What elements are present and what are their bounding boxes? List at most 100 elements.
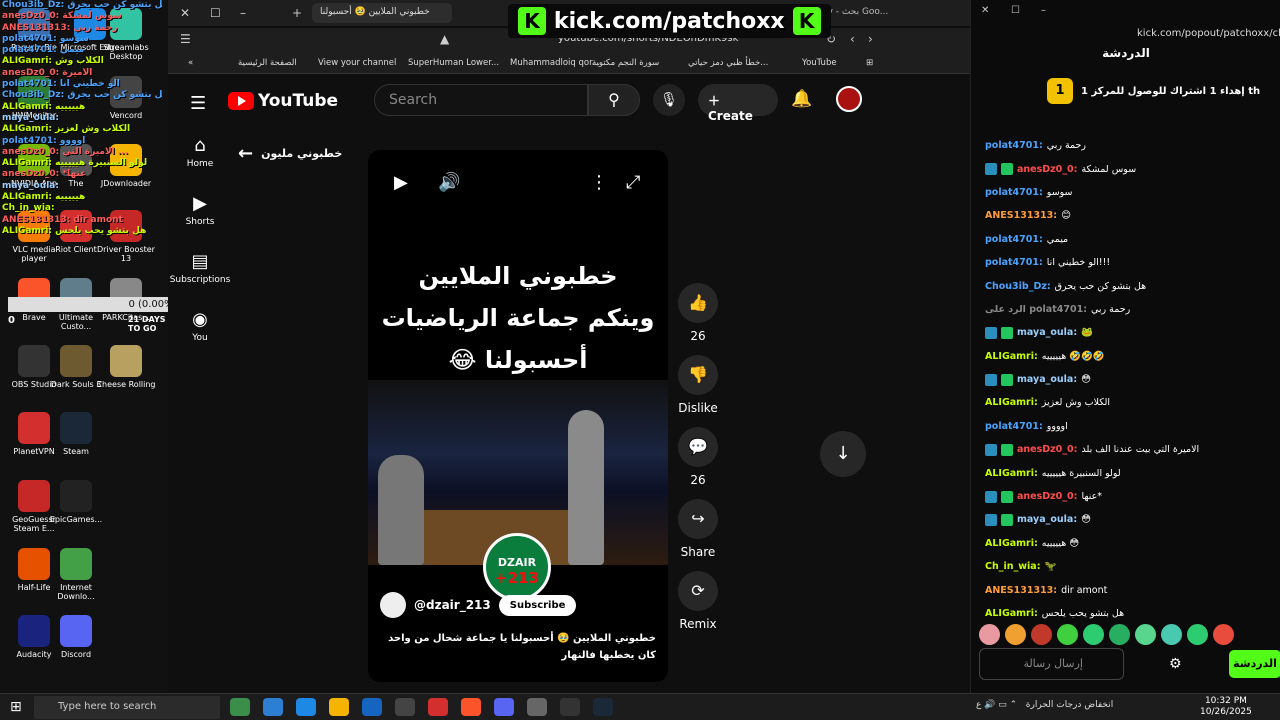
tab-youtube-short[interactable]: خطبوني الملايين 🥹 أحسبولنا [312, 3, 452, 23]
bookmark-item[interactable]: سورة النجم مكتوبة [592, 58, 659, 68]
fullscreen-icon[interactable]: ⤢ [626, 172, 640, 193]
bookmark-item[interactable]: خطأ ظبي دمز حياتي... [688, 58, 768, 68]
remix-button[interactable]: ⟳ Remix [673, 571, 723, 631]
emote-icon[interactable] [1187, 624, 1208, 645]
maximize-icon[interactable]: ☐ [210, 6, 221, 20]
app-icon[interactable] [494, 698, 514, 716]
chat-send-button[interactable]: الدردشة [1229, 650, 1280, 678]
subscribe-button[interactable]: Subscribe [498, 594, 577, 616]
emote-icon[interactable] [1161, 624, 1182, 645]
app-icon[interactable] [527, 698, 547, 716]
emote-icon[interactable] [1109, 624, 1130, 645]
back-icon[interactable]: ‹ [850, 32, 855, 46]
chat-url[interactable]: kick.com/popout/patchoxx/chat [1137, 28, 1280, 39]
avatar[interactable] [836, 86, 862, 112]
chat-username[interactable]: Chou3ib_Dz: [985, 281, 1051, 292]
chat-message[interactable]: polat4701: سوسو [985, 181, 1275, 204]
app-icon[interactable] [461, 698, 481, 716]
short-player[interactable]: ▶ 🔊 ⋮ ⤢ خطبوني الملايين وينكم جماعة الري… [368, 150, 668, 682]
desktop-icon[interactable]: Cheese Rolling [94, 345, 158, 389]
chat-username[interactable]: ANES131313: [985, 585, 1057, 596]
chat-username[interactable]: anesDz0_0: [1017, 164, 1077, 175]
chat-username[interactable]: anesDz0_0: [1017, 444, 1077, 455]
channel-avatar[interactable] [380, 592, 406, 618]
chat-settings-icon[interactable]: ⚙ [1169, 656, 1182, 672]
chat-message[interactable]: anesDz0_0: الاميرة التي بيت عندنا الف بلد [985, 438, 1275, 461]
emote-icon[interactable] [1057, 624, 1078, 645]
app-icon[interactable] [560, 698, 580, 716]
chat-message[interactable]: anesDz0_0: عنها* [985, 485, 1275, 508]
minimize-icon[interactable]: – [240, 6, 246, 20]
chat-username[interactable]: polat4701: [985, 257, 1043, 268]
desktop-icon[interactable]: Discord [44, 615, 108, 659]
chat-username[interactable]: maya_oula: [1017, 374, 1077, 385]
chat-username[interactable]: ALIGamri: [985, 468, 1038, 479]
bookmarks-chevron-icon[interactable]: « [188, 58, 193, 68]
next-short-button[interactable]: ↓ [820, 431, 866, 477]
menu-icon[interactable]: ☰ [180, 32, 191, 46]
bookmark-item[interactable]: SuperHuman Lower... [408, 58, 499, 68]
windows-start-icon[interactable]: ⊞ [10, 699, 22, 715]
emote-icon[interactable] [1135, 624, 1156, 645]
chat-message[interactable]: ALIGamri: لولو السنبيرة هيييييه [985, 461, 1275, 484]
apps-grid-icon[interactable]: ⊞ [866, 58, 873, 68]
search-input[interactable]: Search [374, 84, 588, 116]
weather-widget[interactable]: انخفاض درجات الحرارة ⌃ ▭ 🔊 ع [976, 700, 1113, 710]
chat-username[interactable]: ALIGamri: [985, 538, 1038, 549]
desktop-icon[interactable]: EpicGames... [44, 480, 108, 524]
new-tab-icon[interactable]: + [292, 6, 302, 20]
desktop-icon[interactable]: Steam [44, 412, 108, 456]
share-button[interactable]: ↪ Share [673, 499, 723, 559]
app-icon[interactable] [428, 698, 448, 716]
chat-username[interactable]: polat4701: [985, 234, 1043, 245]
chat-message[interactable]: maya_oula: 😳 [985, 508, 1275, 531]
bookmark-item[interactable]: Muhammadloiq qor... [510, 58, 600, 68]
brave-shield-icon[interactable]: ▲ [440, 32, 449, 46]
chat-username[interactable]: polat4701: [985, 187, 1043, 198]
comments-button[interactable]: 💬 26 [673, 427, 723, 487]
chat-username[interactable]: الرد على polat4701: [985, 304, 1087, 315]
chat-username[interactable]: ALIGamri: [985, 397, 1038, 408]
hamburger-menu-icon[interactable]: ☰ [190, 93, 206, 114]
maximize-icon[interactable]: ☐ [1011, 5, 1020, 16]
notifications-bell-icon[interactable]: 🔔 [791, 89, 812, 109]
chat-message[interactable]: Ch_in_wia: 🦖 [985, 555, 1275, 578]
app-icon[interactable] [296, 698, 316, 716]
more-options-icon[interactable]: ⋮ [590, 172, 608, 193]
chat-message[interactable]: ANES131313: 😊 [985, 204, 1275, 227]
emote-icon[interactable] [1213, 624, 1234, 645]
play-icon[interactable]: ▶ [394, 172, 408, 193]
back-to-channel[interactable]: ← خطبوني مليون [238, 143, 342, 164]
voice-search-button[interactable]: 🎙 [653, 84, 685, 116]
sidebar-item-home[interactable]: ⌂ Home [168, 135, 232, 169]
app-icon[interactable] [593, 698, 613, 716]
sidebar-item-subscriptions[interactable]: ▤ Subscriptions [168, 251, 232, 285]
chat-message[interactable]: maya_oula: 🐸 [985, 321, 1275, 344]
app-icon[interactable] [329, 698, 349, 716]
chat-message[interactable]: polat4701: الو خطيني انا!!! [985, 251, 1275, 274]
app-icon[interactable] [230, 698, 250, 716]
chat-username[interactable]: maya_oula: [1017, 514, 1077, 525]
chat-username[interactable]: anesDz0_0: [1017, 491, 1077, 502]
chat-message[interactable]: ALIGamri: هيييييه 😳 [985, 532, 1275, 555]
bookmark-item[interactable]: View your channel [318, 58, 396, 68]
chat-username[interactable]: ALIGamri: [985, 608, 1038, 619]
chat-username[interactable]: maya_oula: [1017, 327, 1077, 338]
desktop-icon[interactable]: Internet Downlo... [44, 548, 108, 601]
emote-icon[interactable] [1031, 624, 1052, 645]
create-button[interactable]: ＋ Create [698, 84, 778, 123]
bookmark-item[interactable]: الصفحة الرئيسية [238, 58, 297, 68]
minimize-icon[interactable]: – [1041, 5, 1046, 16]
chat-username[interactable]: ANES131313: [985, 210, 1057, 221]
chat-message[interactable]: ALIGamri: الكلاب وش لعزيز [985, 391, 1275, 414]
like-button[interactable]: 👍 26 [673, 283, 723, 343]
taskbar-search-input[interactable]: Type here to search [34, 696, 220, 719]
close-window-icon[interactable]: ✕ [981, 5, 989, 16]
chat-username[interactable]: Ch_in_wia: [985, 561, 1041, 572]
emote-icon[interactable] [1005, 624, 1026, 645]
chat-message[interactable]: الرد على polat4701: رحمة ربي [985, 298, 1275, 321]
close-window-icon[interactable]: ✕ [180, 6, 190, 20]
sidebar-item-shorts[interactable]: ▶ Shorts [168, 193, 232, 227]
chat-message[interactable]: polat4701: ميمي [985, 228, 1275, 251]
chat-message-input[interactable]: إرسال رسالة [979, 648, 1124, 680]
